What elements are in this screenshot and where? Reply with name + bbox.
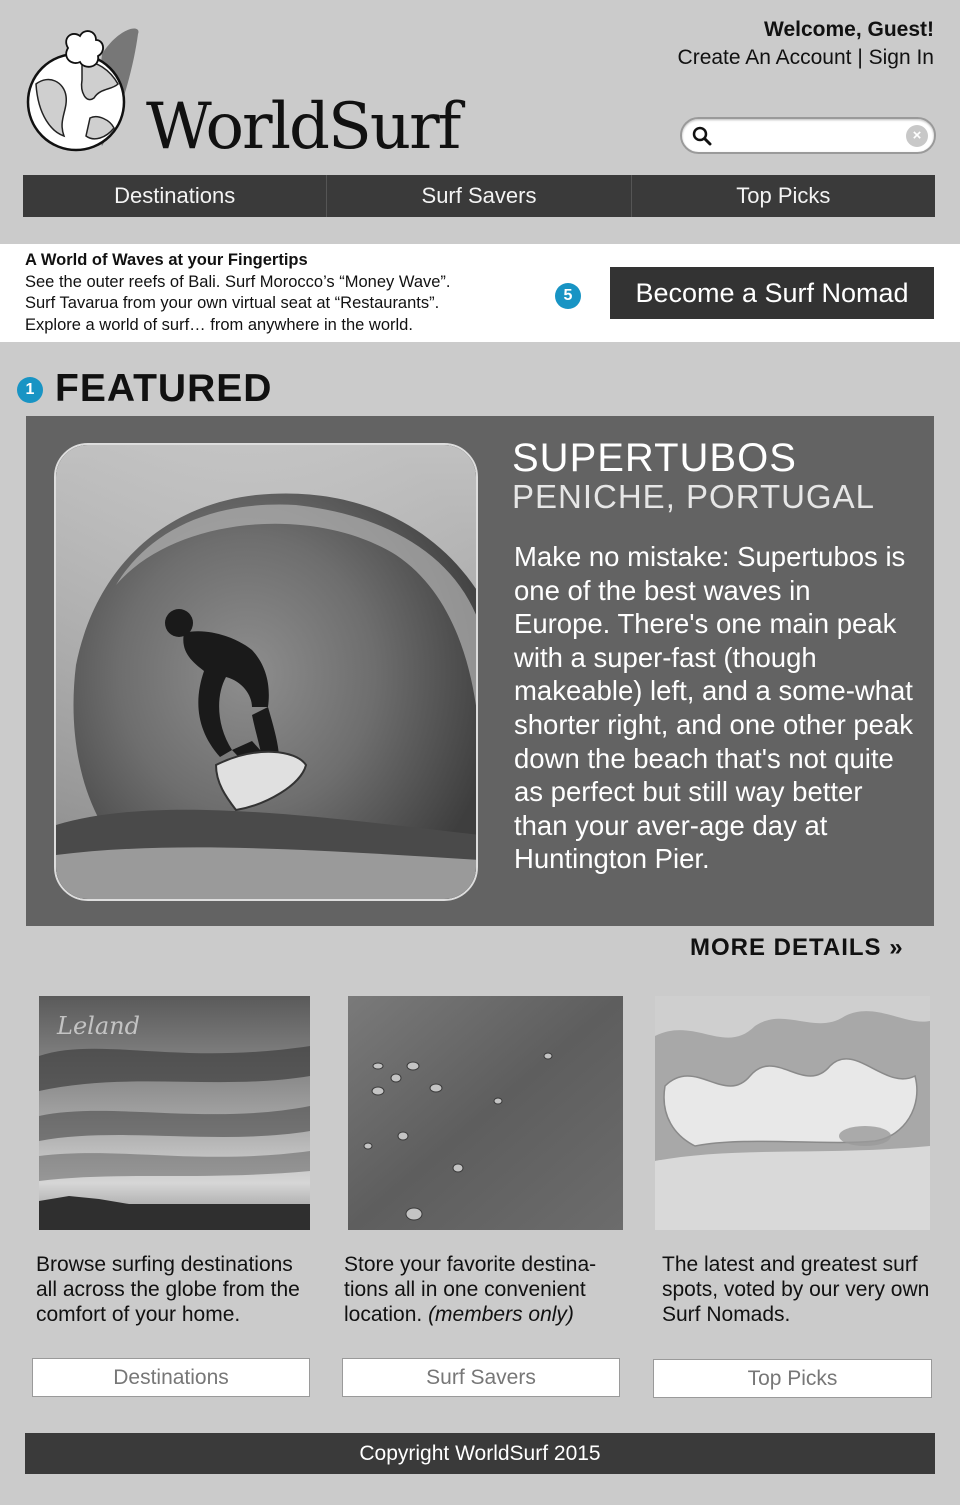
promo-line: Explore a world of surf… from anywhere i… bbox=[25, 315, 413, 334]
brand-name: WorldSurf bbox=[146, 90, 461, 164]
more-details-link[interactable]: MORE DETAILS » bbox=[690, 934, 904, 962]
create-account-link[interactable]: Create An Account bbox=[678, 46, 852, 69]
nav-item-top-picks[interactable]: Top Picks bbox=[632, 175, 935, 217]
account-panel: Welcome, Guest! Create An Account | Sign… bbox=[678, 18, 934, 70]
featured-spot-name: SUPERTUBOS bbox=[512, 436, 797, 480]
sign-in-link[interactable]: Sign In bbox=[869, 46, 934, 69]
featured-heading: FEATURED bbox=[55, 367, 273, 410]
main-nav: Destinations Surf Savers Top Picks bbox=[23, 175, 935, 217]
annotation-badge: 1 bbox=[17, 377, 43, 403]
photo-signature: Leland bbox=[56, 1012, 140, 1040]
search-box[interactable]: × bbox=[680, 117, 936, 154]
members-only-note: (members only) bbox=[428, 1303, 574, 1326]
search-icon[interactable] bbox=[692, 126, 712, 146]
footer-copyright: Copyright WorldSurf 2015 bbox=[25, 1433, 935, 1474]
promo-title: A World of Waves at your Fingertips bbox=[25, 251, 308, 269]
welcome-text: Welcome, Guest! bbox=[764, 18, 934, 41]
featured-spot-location: PENICHE, PORTUGAL bbox=[512, 478, 875, 515]
seashells-sand-image bbox=[348, 996, 623, 1230]
top-picks-blurb: The latest and greatest surf spots, vote… bbox=[662, 1252, 932, 1327]
featured-surf-photo[interactable] bbox=[54, 443, 478, 901]
destinations-description: Browse surfing destinations all across t… bbox=[36, 1253, 300, 1326]
cloudy-sky-image: Leland bbox=[39, 996, 310, 1230]
wave-splash-image bbox=[655, 996, 930, 1230]
link-separator: | bbox=[851, 46, 869, 69]
become-surf-nomad-button[interactable]: Become a Surf Nomad bbox=[610, 267, 934, 319]
top-picks-description: The latest and greatest surf spots, vote… bbox=[662, 1253, 930, 1326]
nav-item-surf-savers[interactable]: Surf Savers bbox=[327, 175, 632, 217]
sand-photo[interactable] bbox=[348, 996, 623, 1230]
clear-search-icon[interactable]: × bbox=[906, 125, 928, 147]
splash-photo[interactable] bbox=[655, 996, 930, 1230]
promo-banner: A World of Waves at your Fingertips See … bbox=[0, 244, 960, 342]
barrel-wave-image bbox=[56, 445, 476, 899]
top-picks-button[interactable]: Top Picks bbox=[653, 1359, 932, 1398]
featured-card: SUPERTUBOS PENICHE, PORTUGAL Make no mis… bbox=[26, 416, 934, 926]
promo-text: A World of Waves at your Fingertips See … bbox=[25, 250, 451, 336]
destinations-blurb: Browse surfing destinations all across t… bbox=[36, 1252, 316, 1327]
account-links: Create An Account | Sign In bbox=[678, 46, 934, 70]
globe-logo-icon bbox=[26, 28, 139, 152]
sky-photo[interactable]: Leland bbox=[39, 996, 310, 1230]
nav-item-destinations[interactable]: Destinations bbox=[23, 175, 328, 217]
search-input[interactable] bbox=[720, 123, 900, 149]
worldsurf-logo[interactable]: WorldSurf bbox=[24, 24, 474, 164]
surf-savers-blurb: Store your favorite destina-tions all in… bbox=[344, 1252, 629, 1327]
promo-line: See the outer reefs of Bali. Surf Morocc… bbox=[25, 272, 451, 291]
promo-line: Surf Tavarua from your own virtual seat … bbox=[25, 294, 440, 312]
surf-savers-button[interactable]: Surf Savers bbox=[342, 1358, 620, 1397]
featured-description: Make no mistake: Supertubos is one of th… bbox=[514, 541, 914, 875]
annotation-badge: 5 bbox=[555, 283, 581, 309]
destinations-button[interactable]: Destinations bbox=[32, 1358, 310, 1397]
